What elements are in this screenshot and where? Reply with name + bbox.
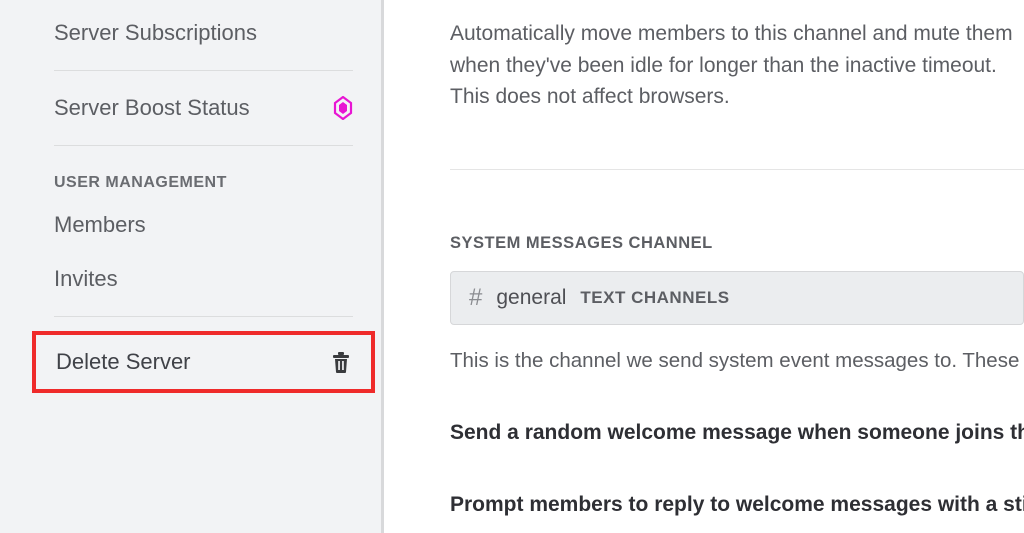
sidebar-item-delete-server[interactable]: Delete Server [32,331,375,393]
sidebar-label-boost: Server Boost Status [54,95,250,121]
sidebar-item-members[interactable]: Members [54,198,353,252]
divider [54,70,353,71]
divider [54,316,353,317]
section-divider [450,169,1024,170]
sidebar-label-delete: Delete Server [56,349,191,375]
sidebar-label-members: Members [54,212,146,238]
selected-channel-name: general [496,286,566,310]
system-channel-help: This is the channel we send system event… [450,349,1024,373]
settings-main: Automatically move members to this chann… [384,0,1024,533]
selected-channel-category: TEXT CHANNELS [580,288,729,308]
sidebar-item-subscriptions[interactable]: Server Subscriptions [54,0,353,60]
sidebar-header-user-management: USER MANAGEMENT [54,156,353,198]
sidebar-label-invites: Invites [54,266,118,292]
divider [54,145,353,146]
sidebar-label-subscriptions: Server Subscriptions [54,20,257,46]
boost-gem-icon [333,96,353,120]
option-welcome-sticker[interactable]: Prompt members to reply to welcome messa… [450,493,1024,517]
system-messages-header: SYSTEM MESSAGES CHANNEL [450,234,1024,253]
sidebar-item-invites[interactable]: Invites [54,252,353,306]
afk-description: Automatically move members to this chann… [450,18,1024,113]
hash-icon: # [469,286,482,310]
trash-icon [331,351,351,373]
system-channel-select[interactable]: # general TEXT CHANNELS [450,271,1024,325]
settings-sidebar: Server Subscriptions Server Boost Status… [0,0,384,533]
option-welcome-message[interactable]: Send a random welcome message when someo… [450,421,1024,445]
sidebar-item-boost[interactable]: Server Boost Status [54,81,353,135]
